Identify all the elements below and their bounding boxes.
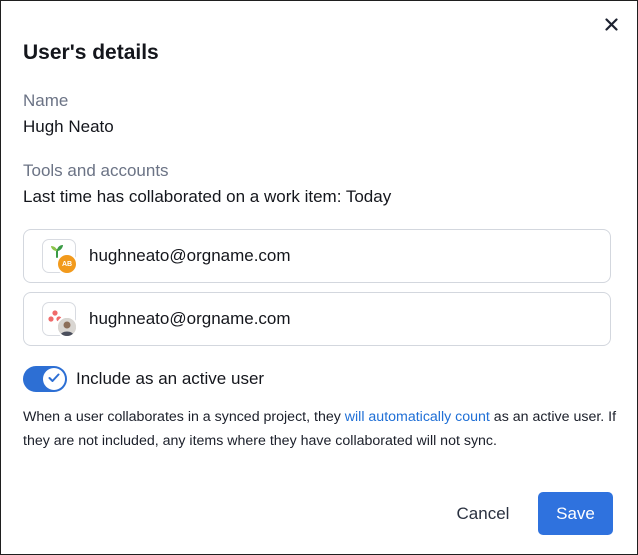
toggle-knob (43, 368, 65, 390)
user-details-dialog: User's details Name Hugh Neato Tools and… (0, 0, 638, 555)
note-text-start: When a user collaborates in a synced pro… (23, 409, 345, 425)
close-button[interactable] (599, 15, 623, 39)
last-collaboration-text: Last time has collaborated on a work ite… (23, 187, 392, 206)
name-label: Name (23, 91, 69, 110)
close-icon (604, 18, 618, 36)
active-user-label: Include as an active user (76, 369, 265, 388)
checkmark-icon (48, 370, 60, 388)
account-card: AB hughneato@orgname.com (23, 229, 611, 283)
cancel-button[interactable]: Cancel (443, 493, 523, 535)
user-photo-icon (56, 316, 78, 338)
account-card: hughneato@orgname.com (23, 292, 611, 346)
dialog-title: User's details (23, 41, 159, 64)
tool-avatar (42, 302, 78, 338)
account-email: hughneato@orgname.com (89, 246, 291, 265)
auto-count-link[interactable]: will automatically count (345, 409, 490, 425)
account-email: hughneato@orgname.com (89, 309, 291, 328)
active-user-toggle-row: Include as an active user (23, 366, 264, 392)
save-button[interactable]: Save (538, 492, 613, 535)
active-user-toggle[interactable] (23, 366, 67, 392)
user-initials-avatar: AB (56, 253, 78, 275)
sync-note: When a user collaborates in a synced pro… (23, 405, 623, 453)
tools-label: Tools and accounts (23, 161, 169, 180)
name-value: Hugh Neato (23, 117, 114, 136)
tool-avatar: AB (42, 239, 78, 275)
